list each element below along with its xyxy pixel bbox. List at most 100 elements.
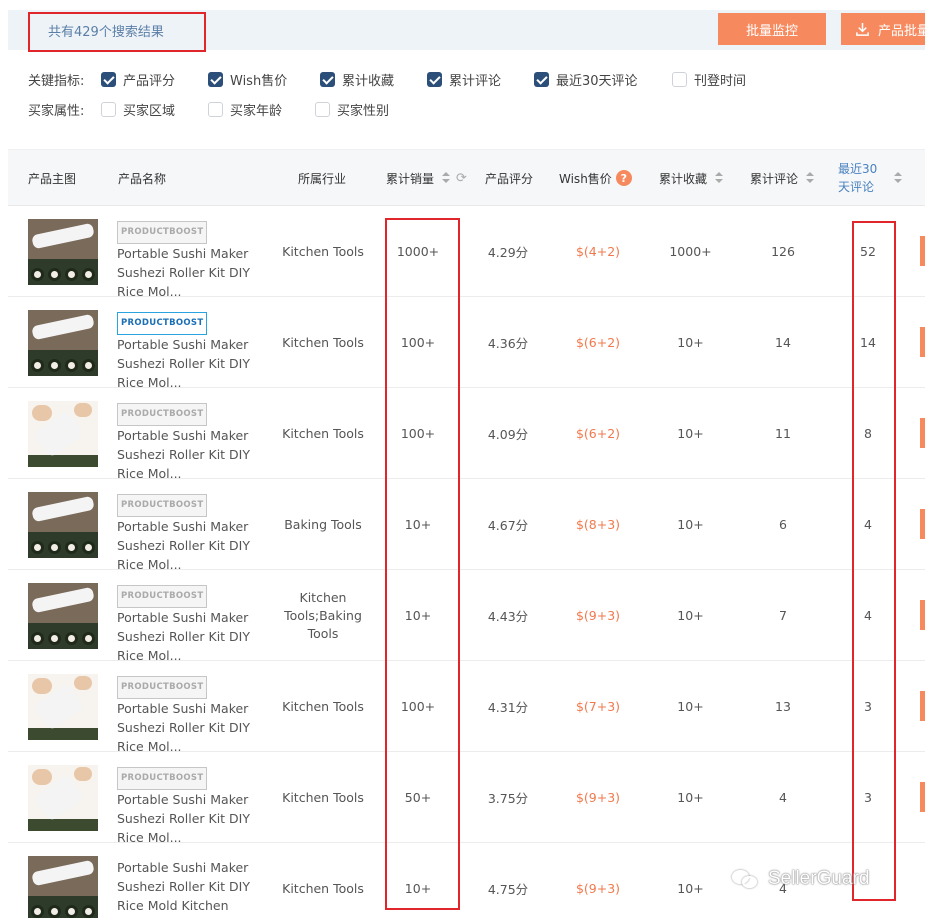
favorites-cell: 10+ xyxy=(677,881,704,896)
batch-monitor-button[interactable]: 批量监控 xyxy=(718,13,826,45)
product-name[interactable]: PRODUCTBOOSTPortable Sushi Maker Sushezi… xyxy=(117,403,262,483)
favorites-cell: 10+ xyxy=(677,699,704,714)
productboost-badge: PRODUCTBOOST xyxy=(117,494,208,517)
product-thumbnail[interactable] xyxy=(28,583,98,649)
checkbox[interactable] xyxy=(534,72,549,87)
score-cell: 4.67分 xyxy=(487,518,529,533)
product-name-text: Portable Sushi Maker Sushezi Roller Kit … xyxy=(117,792,251,845)
score-cell: 4.36分 xyxy=(487,336,529,351)
metric-option[interactable]: 产品评分 xyxy=(101,70,175,89)
metric-option-label: 累计收藏 xyxy=(342,74,395,89)
price-cell: $(9+3) xyxy=(575,608,621,623)
product-name[interactable]: PRODUCTBOOSTPortable Sushi Maker Sushezi… xyxy=(117,494,262,574)
table-row[interactable]: PRODUCTBOOSTPortable Sushi Maker Sushezi… xyxy=(8,206,925,299)
checkbox[interactable] xyxy=(672,72,687,87)
product-thumbnail[interactable] xyxy=(28,310,98,376)
score-cell: 4.75分 xyxy=(487,882,529,897)
checkbox[interactable] xyxy=(320,72,335,87)
table-row[interactable]: PRODUCTBOOSTPortable Sushi Maker Sushezi… xyxy=(8,479,925,572)
checkbox[interactable] xyxy=(208,72,223,87)
product-thumbnail[interactable] xyxy=(28,492,98,558)
productboost-badge: PRODUCTBOOST xyxy=(117,767,208,790)
col-favorites[interactable]: 累计收藏 xyxy=(659,150,724,206)
col-recent-reviews[interactable]: 最近30天评论 xyxy=(838,150,902,206)
row-action-button[interactable] xyxy=(920,691,925,721)
recent-reviews-cell: 8 xyxy=(864,426,872,441)
buyer-option[interactable]: 买家性别 xyxy=(315,100,389,119)
watermark-text: SellerGuard xyxy=(768,868,870,889)
buyer-option-label: 买家年龄 xyxy=(230,104,283,119)
favorites-cell: 10+ xyxy=(677,790,704,805)
metric-option[interactable]: 刊登时间 xyxy=(672,70,746,89)
reviews-cell: 4 xyxy=(779,790,787,805)
product-thumbnail[interactable] xyxy=(28,401,98,467)
product-name-text: Portable Sushi Maker Sushezi Roller Kit … xyxy=(117,610,251,663)
buyer-option[interactable]: 买家区域 xyxy=(101,100,175,119)
row-action-button[interactable] xyxy=(920,600,925,630)
row-action-button[interactable] xyxy=(920,327,925,357)
sales-cell: 100+ xyxy=(400,335,436,350)
price-cell: $(7+3) xyxy=(575,699,621,714)
favorites-cell: 10+ xyxy=(677,426,704,441)
checkbox[interactable] xyxy=(208,102,223,117)
reviews-cell: 11 xyxy=(775,426,791,441)
product-name[interactable]: PRODUCTBOOSTPortable Sushi Maker Sushezi… xyxy=(117,767,262,847)
col-score: 产品评分 xyxy=(485,171,534,186)
checkbox[interactable] xyxy=(315,102,330,117)
sort-icon[interactable] xyxy=(715,172,724,184)
col-sales[interactable]: 累计销量 ⟳ xyxy=(386,150,467,206)
score-cell: 4.09分 xyxy=(487,427,529,442)
metric-option-label: 刊登时间 xyxy=(694,74,747,89)
row-action-button[interactable] xyxy=(920,782,925,812)
product-name[interactable]: PRODUCTBOOSTPortable Sushi Maker Sushezi… xyxy=(117,221,262,301)
metric-option[interactable]: 最近30天评论 xyxy=(534,70,638,89)
table-row[interactable]: PRODUCTBOOSTPortable Sushi Maker Sushezi… xyxy=(8,297,925,390)
sort-icon[interactable] xyxy=(806,172,815,184)
sort-icon[interactable] xyxy=(894,172,902,184)
checkbox[interactable] xyxy=(101,72,116,87)
help-icon[interactable]: ? xyxy=(615,170,632,186)
reviews-cell: 13 xyxy=(775,699,791,714)
product-thumbnail[interactable] xyxy=(28,219,98,285)
product-thumbnail[interactable] xyxy=(28,856,98,918)
product-name[interactable]: PRODUCTBOOSTPortable Sushi Maker Sushezi… xyxy=(117,585,262,665)
metric-option[interactable]: 累计评论 xyxy=(427,70,501,89)
batch-export-button[interactable]: 产品批量 xyxy=(841,13,925,45)
col-price[interactable]: Wish售价 ? xyxy=(559,150,632,206)
checkbox[interactable] xyxy=(427,72,442,87)
checkbox[interactable] xyxy=(101,102,116,117)
industry-cell: Kitchen Tools xyxy=(282,243,364,259)
table-row[interactable]: PRODUCTBOOSTPortable Sushi Maker Sushezi… xyxy=(8,570,925,663)
price-cell: $(6+2) xyxy=(575,335,621,350)
col-reviews[interactable]: 累计评论 xyxy=(750,150,815,206)
industry-cell: Kitchen Tools xyxy=(282,425,364,441)
metric-option[interactable]: Wish售价 xyxy=(208,70,287,89)
reviews-cell: 126 xyxy=(771,244,795,259)
watermark: SellerGuard xyxy=(732,868,869,890)
product-thumbnail[interactable] xyxy=(28,765,98,831)
metric-option[interactable]: 累计收藏 xyxy=(320,70,394,89)
row-action-button[interactable] xyxy=(920,236,925,266)
recent-reviews-cell: 52 xyxy=(860,244,876,259)
buyer-label: 买家属性: xyxy=(28,104,85,119)
refresh-icon[interactable]: ⟳ xyxy=(456,171,467,186)
table-row[interactable]: PRODUCTBOOSTPortable Sushi Maker Sushezi… xyxy=(8,661,925,754)
sort-icon[interactable] xyxy=(442,172,451,184)
table-row[interactable]: PRODUCTBOOSTPortable Sushi Maker Sushezi… xyxy=(8,388,925,481)
reviews-cell: 6 xyxy=(779,517,787,532)
row-action-button[interactable] xyxy=(920,509,925,539)
price-cell: $(8+3) xyxy=(575,517,621,532)
col-favorites-label: 累计收藏 xyxy=(659,171,708,186)
table-row[interactable]: PRODUCTBOOSTPortable Sushi Maker Sushezi… xyxy=(8,752,925,845)
product-name[interactable]: PRODUCTBOOSTPortable Sushi Maker Sushezi… xyxy=(117,676,262,756)
row-action-button[interactable] xyxy=(920,418,925,448)
product-name[interactable]: PRODUCTBOOSTPortable Sushi Maker Sushezi… xyxy=(117,312,262,392)
recent-reviews-cell: 3 xyxy=(864,699,872,714)
product-name[interactable]: Portable Sushi Maker Sushezi Roller Kit … xyxy=(117,858,262,918)
product-name-text: Portable Sushi Maker Sushezi Roller Kit … xyxy=(117,860,251,918)
col-industry: 所属行业 xyxy=(298,171,347,186)
divider xyxy=(8,128,925,150)
buyer-option[interactable]: 买家年龄 xyxy=(208,100,282,119)
download-icon xyxy=(856,22,869,36)
product-thumbnail[interactable] xyxy=(28,674,98,740)
